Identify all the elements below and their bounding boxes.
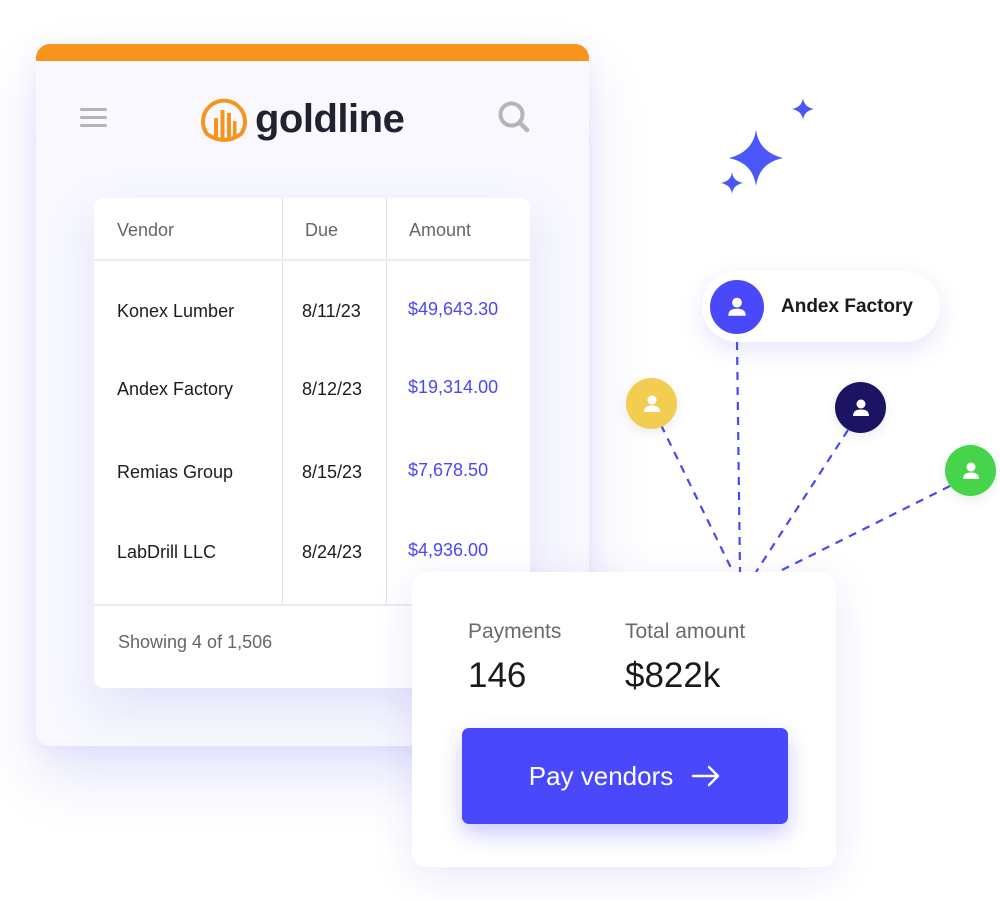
due-cell: 8/15/23 — [302, 462, 363, 482]
sparkle-large-icon — [729, 130, 783, 186]
pay-vendors-label: Pay vendors — [528, 760, 674, 791]
due-cell: 8/24/23 — [302, 542, 363, 562]
arrow-right-icon — [692, 765, 720, 787]
pagination-status: Showing 4 of 1,506 — [118, 632, 273, 652]
due-cell: 8/12/23 — [302, 379, 363, 399]
user-icon — [852, 399, 869, 416]
sparkle-small-icon — [721, 172, 743, 194]
column-header-due[interactable]: Due — [305, 220, 338, 241]
vendor-avatar-green[interactable] — [945, 445, 996, 496]
connection-line — [735, 341, 742, 573]
hamburger-menu-icon[interactable] — [80, 106, 107, 128]
amount-cell: $4,936.00 — [408, 540, 489, 560]
user-icon — [728, 297, 746, 316]
payments-value: 146 — [468, 656, 527, 695]
connection-line — [777, 485, 951, 573]
column-header-amount[interactable]: Amount — [409, 220, 471, 241]
vendor-chip-name: Andex Factory — [781, 295, 913, 317]
search-icon[interactable] — [497, 100, 531, 134]
amount-cell: $49,643.30 — [408, 299, 499, 319]
user-icon — [643, 395, 660, 412]
header-divider — [94, 259, 530, 261]
brand-name: goldline — [255, 96, 405, 141]
vendor-avatar-blue — [710, 279, 764, 334]
column-header-vendor[interactable]: Vendor — [117, 220, 174, 241]
connection-line — [660, 424, 734, 573]
goldline-logo-icon — [201, 98, 247, 142]
vendor-cell: LabDrill LLC — [117, 542, 217, 562]
pay-vendors-button[interactable]: Pay vendors — [462, 728, 788, 824]
vendor-chip[interactable]: Andex Factory — [702, 271, 940, 342]
user-icon — [962, 462, 979, 479]
vendor-cell: Remias Group — [117, 462, 234, 482]
payment-summary-card: Payments 146 Total amount $822k Pay vend… — [412, 572, 836, 867]
payments-label: Payments — [468, 620, 562, 643]
sparkle-small-icon — [792, 98, 814, 120]
amount-cell: $7,678.50 — [408, 460, 489, 480]
brand-top-bar — [36, 44, 589, 61]
vendor-avatar-yellow[interactable] — [626, 378, 677, 429]
due-cell: 8/11/23 — [302, 301, 361, 321]
vendor-avatar-navy[interactable] — [835, 382, 886, 433]
total-amount-value: $822k — [625, 656, 721, 695]
brand-logo: goldline — [199, 94, 405, 144]
connection-line — [755, 429, 849, 573]
sparkles-icon — [721, 98, 814, 194]
vendor-cell: Konex Lumber — [117, 301, 235, 321]
vendor-cell: Andex Factory — [117, 379, 234, 399]
amount-cell: $19,314.00 — [408, 377, 499, 397]
total-amount-label: Total amount — [625, 620, 746, 643]
